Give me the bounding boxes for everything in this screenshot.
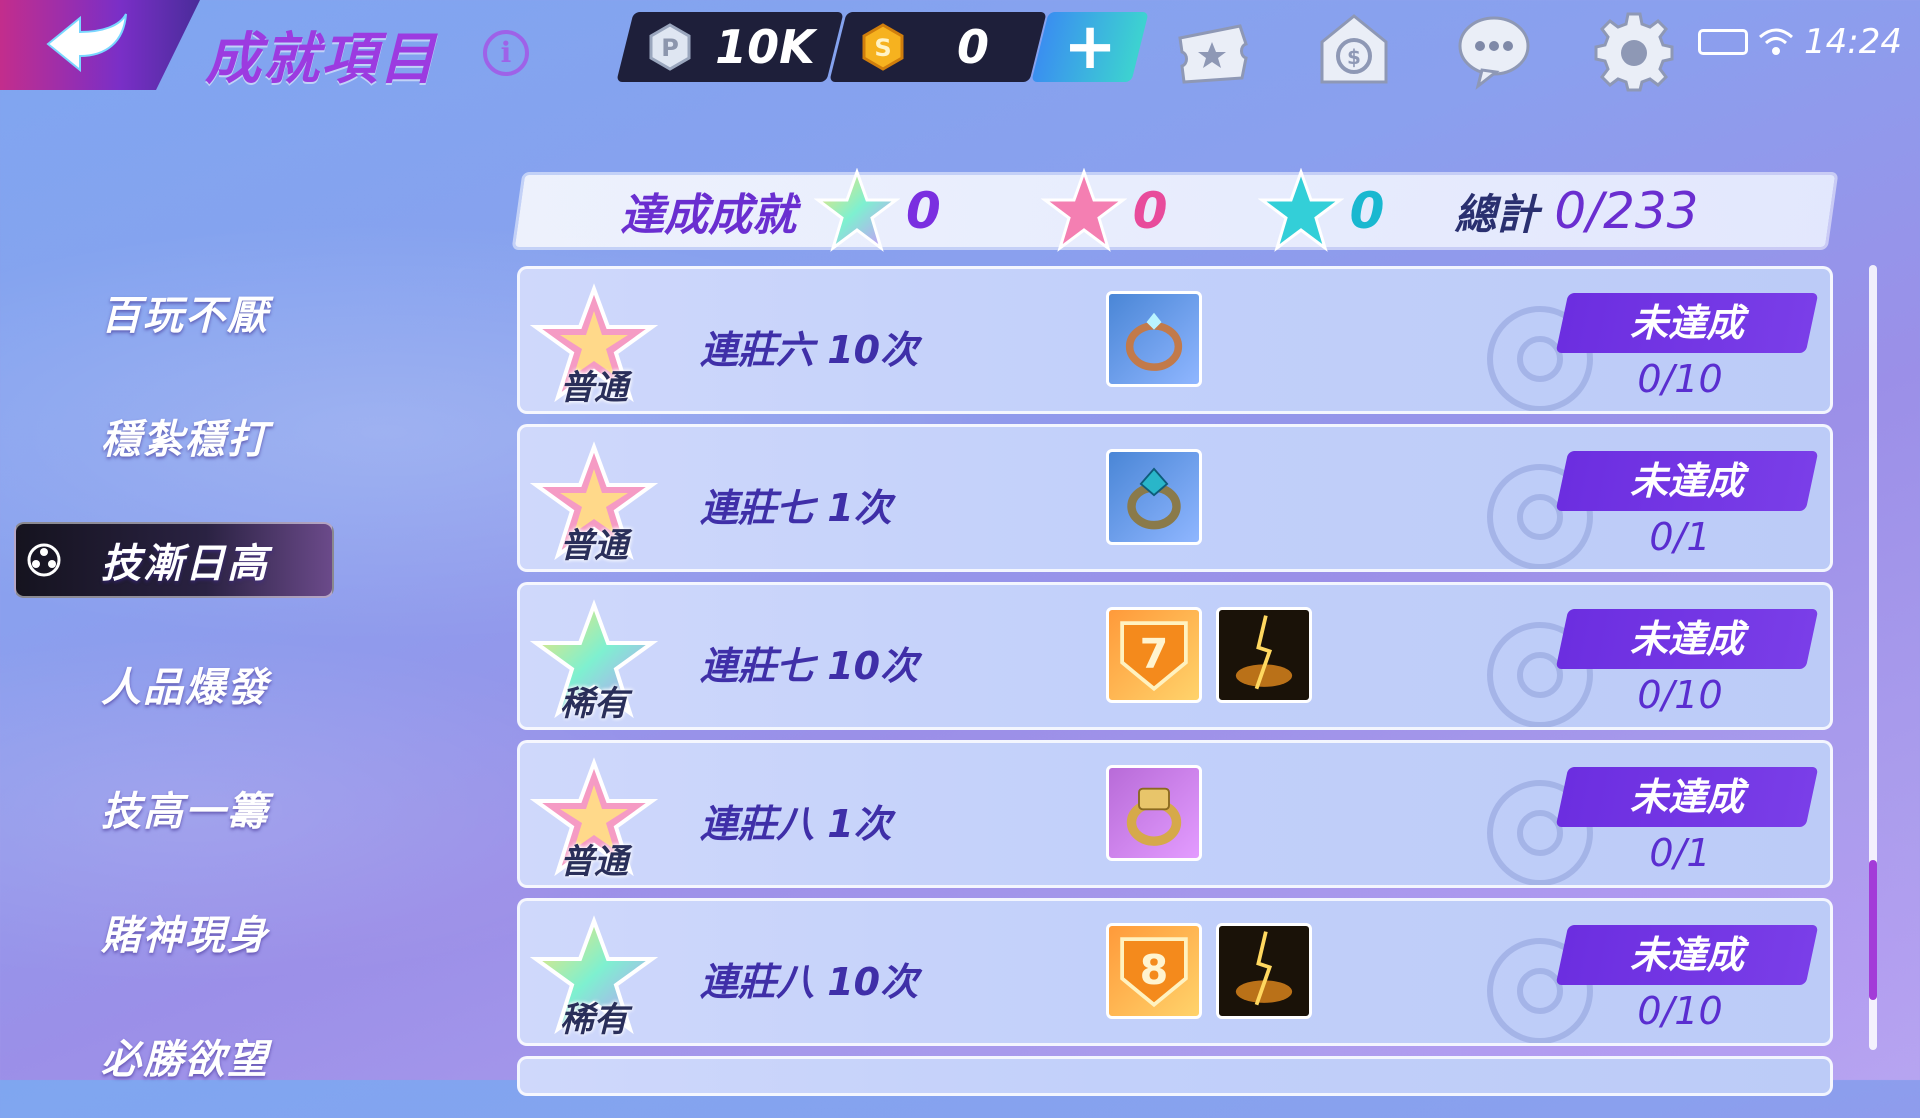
gold-ring-icon[interactable] — [1106, 765, 1202, 861]
cyan-star-icon — [1257, 168, 1344, 252]
pink-count: 0 — [1132, 182, 1168, 240]
achievement-row-partial — [517, 1056, 1833, 1096]
sidebar-item-6[interactable]: 必勝欲望 — [0, 994, 340, 1118]
ticket-icon[interactable] — [1170, 8, 1254, 92]
gold-currency: S 0 — [829, 12, 1047, 82]
category-sidebar: 百玩不厭 穩紮穩打 技漸日高 人品爆發 技高一籌 賭神現身 必勝欲望 — [0, 250, 340, 1118]
add-currency-button[interactable]: + — [1031, 10, 1149, 84]
gear-icon[interactable] — [1592, 8, 1676, 92]
status-badge: 未達成 — [1629, 459, 1744, 503]
rainbow-star-icon — [814, 168, 900, 252]
rank-label: 普通 — [560, 842, 628, 882]
shop-icon[interactable]: $ — [1312, 8, 1396, 92]
progress-text: 0/10 — [1637, 673, 1723, 717]
sidebar-item-1[interactable]: 穩紮穩打 — [0, 374, 340, 498]
clock: 14:24 — [1804, 22, 1902, 62]
svg-text:$: $ — [1347, 45, 1361, 69]
achievement-row: 普通 連莊七 1次 未達成 0/1 — [517, 424, 1833, 572]
rank-label: 稀有 — [560, 684, 628, 724]
gem-ring-icon[interactable] — [1106, 449, 1202, 545]
achievement-name: 連莊六 10次 — [700, 328, 919, 372]
sidebar-item-2-active[interactable]: 技漸日高 — [0, 498, 340, 622]
badge-7-icon[interactable]: 7 — [1106, 607, 1202, 703]
cyan-count: 0 — [1349, 182, 1385, 240]
status-badge: 未達成 — [1629, 775, 1744, 819]
achievement-name: 連莊八 1次 — [700, 802, 892, 846]
points-currency: P 10K — [616, 12, 844, 82]
total-value: 0/233 — [1554, 182, 1699, 240]
ring-icon[interactable] — [1106, 291, 1202, 387]
rank-label: 普通 — [560, 526, 628, 566]
achievement-name: 連莊八 10次 — [700, 960, 919, 1004]
rank-label: 稀有 — [560, 1000, 628, 1040]
achievement-name: 連莊七 10次 — [700, 644, 919, 688]
sidebar-item-4[interactable]: 技高一籌 — [0, 746, 340, 870]
scrollbar-thumb[interactable] — [1869, 860, 1877, 1000]
achievement-summary: 達成成就 0 0 0 總計 0/233 — [520, 168, 1830, 252]
sidebar-item-3[interactable]: 人品爆發 — [0, 622, 340, 746]
top-bar: 成就項目 i P 10K S 0 + $ 14:24 — [0, 0, 1920, 110]
gold-coin-icon: S — [862, 23, 904, 71]
achievement-list[interactable]: 普通 連莊六 10次 未達成 0/10 普通 連莊七 1次 未達成 0/1 稀有… — [517, 266, 1833, 1106]
lightning-effect-icon[interactable] — [1216, 607, 1312, 703]
back-arrow-icon[interactable] — [40, 12, 130, 76]
page-title: 成就項目 — [205, 27, 437, 92]
gold-value: 0 — [956, 20, 989, 74]
total-label: 總計 — [1454, 189, 1539, 239]
rank-label: 普通 — [560, 368, 628, 408]
system-status: 14:24 — [1698, 22, 1902, 62]
summary-label: 達成成就 — [620, 190, 796, 241]
achievement-row: 普通 連莊八 1次 未達成 0/1 — [517, 740, 1833, 888]
battery-icon — [1698, 29, 1749, 55]
plus-icon: + — [1063, 10, 1117, 84]
status-badge: 未達成 — [1629, 301, 1744, 345]
status-badge: 未達成 — [1629, 617, 1744, 661]
points-value: 10K — [715, 20, 815, 74]
progress-text: 0/1 — [1649, 831, 1711, 875]
progress-text: 0/10 — [1637, 989, 1723, 1033]
badge-8-icon[interactable]: 8 — [1106, 923, 1202, 1019]
achievement-row: 稀有 連莊八 10次 8 未達成 0/10 — [517, 898, 1833, 1046]
points-coin-icon: P — [649, 23, 691, 71]
sidebar-item-0[interactable]: 百玩不厭 — [0, 250, 340, 374]
svg-text:8: 8 — [1140, 946, 1169, 994]
lightning-effect-icon[interactable] — [1216, 923, 1312, 1019]
pink-star-icon — [1040, 168, 1127, 252]
achievement-name: 連莊七 1次 — [700, 486, 892, 530]
mahjong-tile-icon — [27, 543, 61, 577]
svg-text:P: P — [661, 34, 679, 62]
progress-text: 0/1 — [1649, 515, 1711, 559]
chat-icon[interactable] — [1452, 8, 1536, 92]
wifi-icon — [1759, 28, 1794, 55]
info-icon[interactable]: i — [483, 30, 529, 76]
achievement-row: 稀有 連莊七 10次 7 未達成 0/10 — [517, 582, 1833, 730]
status-badge: 未達成 — [1629, 933, 1744, 977]
sidebar-item-5[interactable]: 賭神現身 — [0, 870, 340, 994]
achievement-row: 普通 連莊六 10次 未達成 0/10 — [517, 266, 1833, 414]
progress-text: 0/10 — [1637, 357, 1723, 401]
svg-text:S: S — [874, 34, 891, 62]
svg-text:7: 7 — [1140, 630, 1169, 678]
rainbow-count: 0 — [906, 182, 941, 240]
